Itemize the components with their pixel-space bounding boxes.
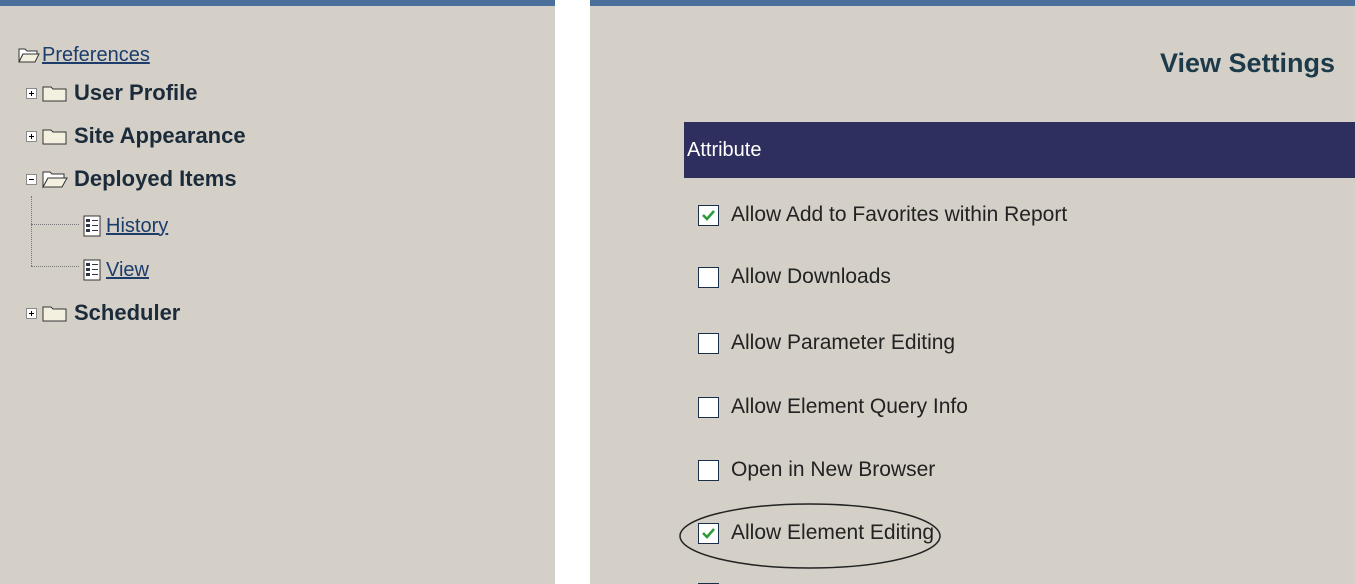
option-allow-downloads[interactable]: Allow Downloads [698, 262, 891, 292]
report-icon [83, 215, 101, 237]
folder-icon [42, 86, 67, 102]
open-folder-icon [42, 171, 68, 189]
tree-item-history[interactable]: History [82, 211, 168, 241]
tree-connector [31, 196, 32, 266]
tree-connector [31, 266, 79, 267]
folder-icon [42, 306, 67, 322]
option-label: Allow Element Query Info [731, 395, 968, 418]
checkmark-icon [702, 209, 715, 221]
tree-item-label[interactable]: User Profile [74, 80, 198, 106]
checkbox-checked[interactable] [698, 204, 719, 226]
tree-connector [31, 224, 79, 225]
folder-icon [42, 129, 67, 145]
option-label: Allow Downloads [731, 265, 891, 288]
tree-item-site-appearance[interactable]: Site Appearance [26, 121, 246, 151]
tree-root-preferences[interactable]: Preferences [18, 40, 150, 70]
tree-item-label[interactable]: History [106, 215, 168, 238]
expand-plus-icon[interactable] [26, 130, 37, 142]
tree-item-label[interactable]: Scheduler [74, 300, 180, 326]
attribute-header-label: Attribute [687, 138, 762, 161]
tree-item-label[interactable]: Site Appearance [74, 123, 246, 149]
tree-root-label[interactable]: Preferences [42, 44, 150, 67]
tree-item-scheduler[interactable]: Scheduler [26, 298, 180, 328]
highlight-ellipse-annotation [679, 503, 941, 569]
option-label: Allow Parameter Editing [731, 331, 956, 354]
checkbox-unchecked[interactable] [698, 332, 719, 354]
open-folder-icon [18, 48, 40, 63]
tree-item-label[interactable]: Deployed Items [74, 166, 237, 192]
option-allow-add-to-favorites[interactable]: Allow Add to Favorites within Report [698, 200, 1067, 230]
option-allow-parameter-editing[interactable]: Allow Parameter Editing [698, 328, 955, 358]
option-allow-element-query-info[interactable]: Allow Element Query Info [698, 392, 968, 422]
tree-item-user-profile[interactable]: User Profile [26, 78, 198, 108]
expand-plus-icon[interactable] [26, 87, 37, 99]
preferences-tree-pane: Preferences User Profile Site Appearance… [0, 0, 555, 584]
view-settings-pane: View Settings Attribute Allow Add to Fav… [590, 0, 1355, 584]
expand-plus-icon[interactable] [26, 307, 37, 319]
page-title: View Settings [1160, 48, 1336, 78]
collapse-minus-icon[interactable] [26, 173, 37, 185]
checkbox-unchecked[interactable] [698, 459, 719, 481]
option-label: Allow Add to Favorites within Report [731, 203, 1068, 226]
checkbox-unchecked[interactable] [698, 396, 719, 418]
option-label: Open in New Browser [731, 458, 936, 481]
attribute-column-header: Attribute [684, 122, 1355, 178]
tree-item-view[interactable]: View [82, 255, 149, 285]
report-icon [83, 259, 101, 281]
tree-item-deployed-items[interactable]: Deployed Items [26, 164, 237, 194]
option-partially-visible[interactable] [698, 578, 731, 584]
tree-item-label[interactable]: View [106, 259, 149, 282]
checkbox-unchecked[interactable] [698, 266, 719, 288]
option-open-in-new-browser[interactable]: Open in New Browser [698, 455, 935, 485]
